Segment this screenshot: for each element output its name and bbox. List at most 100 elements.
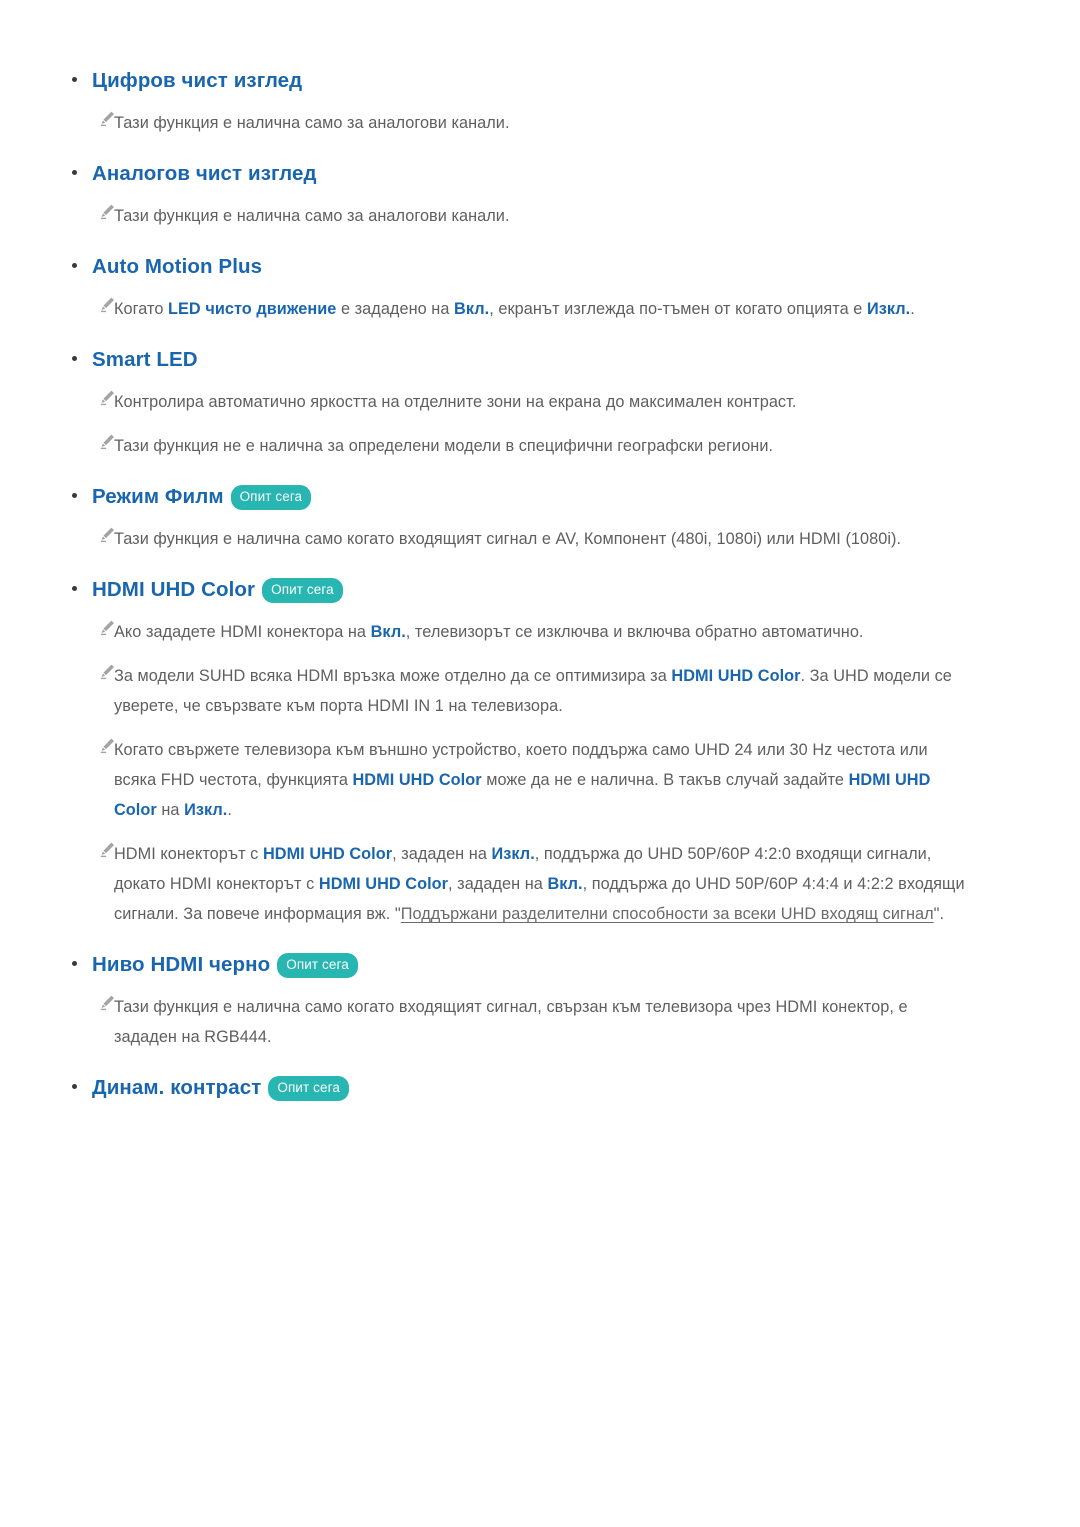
pencil-note-icon [72, 201, 114, 220]
pencil-note-icon [72, 661, 114, 680]
note-auto-motion-plus-1: Когато LED чисто движение е зададено на … [114, 294, 966, 324]
try-now-badge[interactable]: Опит сега [268, 1076, 349, 1101]
section-film-mode: Режим Филм Опит сега Тази функция е наличн… [72, 472, 1008, 561]
note-text-run: Тази функция е налична само за аналогови… [114, 207, 510, 225]
inline-setting-term[interactable]: HDMI UHD Color [353, 771, 482, 789]
note-text-run: , екранът изглежда по-тъмен от когато оп… [489, 300, 867, 318]
note-text-run: . [227, 801, 232, 819]
inline-setting-term[interactable]: Вкл. [454, 300, 489, 318]
manual-page: Цифров чист изглед Тази функция е налична… [0, 0, 1080, 1527]
bullet-dot-icon [72, 253, 92, 268]
note-row: Тази функция не е налична за определени … [72, 424, 1008, 468]
note-row: Когато свържете телевизора към външно ус… [72, 728, 1008, 832]
note-smart-led-2: Тази функция не е налична за определени … [114, 431, 966, 461]
note-row: HDMI конекторът с HDMI UHD Color, зададе… [72, 832, 1008, 936]
inline-setting-term[interactable]: Вкл. [371, 623, 406, 641]
pencil-note-icon [72, 735, 114, 754]
inline-setting-term[interactable]: HDMI UHD Color [263, 845, 392, 863]
note-hdmi-black-level-1: Тази функция е налична само когато входя… [114, 992, 966, 1052]
pencil-note-icon [72, 992, 114, 1011]
section-smart-led: Smart LED Контролира автоматично яркостта… [72, 335, 1008, 468]
pencil-note-icon [72, 108, 114, 127]
bullet-dot-icon [72, 160, 92, 175]
note-row: Тази функция е налична само когато входя… [72, 517, 1008, 561]
pencil-note-icon [72, 524, 114, 543]
heading-row-analog-clean-view: Аналогов чист изглед [72, 149, 1008, 194]
note-text-run: е зададено на [336, 300, 455, 318]
inline-setting-term[interactable]: HDMI UHD Color [319, 875, 448, 893]
try-now-badge[interactable]: Опит сега [277, 953, 358, 978]
inline-setting-term[interactable]: Изкл. [867, 300, 910, 318]
section-dynamic-contrast: Динам. контраст Опит сега [72, 1063, 1008, 1108]
inline-setting-term[interactable]: Вкл. [547, 875, 582, 893]
setting-title-film-mode[interactable]: Режим Филм Опит сега [92, 483, 1008, 511]
content-root: Цифров чист изглед Тази функция е налична… [72, 56, 1008, 1108]
setting-title-digital-clean-view[interactable]: Цифров чист изглед [92, 67, 1008, 95]
inline-setting-term[interactable]: Изкл. [184, 801, 227, 819]
setting-title-label: Динам. контраст [92, 1076, 262, 1099]
note-row: Ако зададете HDMI конектора на Вкл., тел… [72, 610, 1008, 654]
inline-setting-term[interactable]: LED чисто движение [168, 300, 336, 318]
section-analog-clean-view: Аналогов чист изглед Тази функция е налич… [72, 149, 1008, 238]
bullet-dot-icon [72, 1074, 92, 1089]
note-text-run: . [910, 300, 915, 318]
setting-title-label: Smart LED [92, 348, 198, 371]
heading-row-film-mode: Режим Филм Опит сега [72, 472, 1008, 517]
note-analog-clean-view-1: Тази функция е налична само за аналогови… [114, 201, 966, 231]
section-digital-clean-view: Цифров чист изглед Тази функция е налична… [72, 56, 1008, 145]
note-text-run: За модели SUHD всяка HDMI връзка може от… [114, 667, 672, 685]
note-text-run: Тази функция не е налична за определени … [114, 437, 774, 455]
heading-row-dynamic-contrast: Динам. контраст Опит сега [72, 1063, 1008, 1108]
note-row: Когато LED чисто движение е зададено на … [72, 287, 1008, 331]
note-row: Контролира автоматично яркостта на отдел… [72, 380, 1008, 424]
heading-row-hdmi-uhd-color: HDMI UHD Color Опит сега [72, 565, 1008, 610]
pencil-note-icon [72, 617, 114, 636]
bullet-dot-icon [72, 951, 92, 966]
note-text-run: Тази функция е налична само за аналогови… [114, 114, 510, 132]
bullet-dot-icon [72, 576, 92, 591]
heading-row-digital-clean-view: Цифров чист изглед [72, 56, 1008, 101]
setting-title-smart-led[interactable]: Smart LED [92, 346, 1008, 374]
note-row: Тази функция е налична само за аналогови… [72, 194, 1008, 238]
pencil-note-icon [72, 387, 114, 406]
inline-setting-term[interactable]: HDMI UHD Color [671, 667, 800, 685]
try-now-badge[interactable]: Опит сега [230, 485, 312, 510]
note-row: Тази функция е налична само когато входя… [72, 985, 1008, 1059]
cross-reference-link[interactable]: Поддържани разделителни способности за в… [401, 905, 934, 923]
note-text-run: , телевизорът се изключва и включва обра… [405, 623, 864, 641]
try-now-badge[interactable]: Опит сега [262, 578, 343, 603]
bullet-dot-icon [72, 346, 92, 361]
setting-title-label: HDMI UHD Color [92, 578, 256, 601]
setting-title-hdmi-uhd-color[interactable]: HDMI UHD Color Опит сега [92, 576, 1008, 604]
note-hdmi-uhd-color-2: За модели SUHD всяка HDMI връзка може от… [114, 661, 966, 721]
pencil-note-icon [72, 839, 114, 858]
bullet-dot-icon [72, 483, 92, 498]
setting-title-analog-clean-view[interactable]: Аналогов чист изглед [92, 160, 1008, 188]
setting-title-hdmi-black-level[interactable]: Ниво HDMI черно Опит сега [92, 951, 1008, 979]
inline-setting-term[interactable]: Изкл. [492, 845, 535, 863]
note-hdmi-uhd-color-4: HDMI конекторът с HDMI UHD Color, зададе… [114, 839, 966, 929]
setting-title-label: Цифров чист изглед [92, 69, 303, 92]
note-text-run: , зададен на [392, 845, 492, 863]
note-hdmi-uhd-color-3: Когато свържете телевизора към външно ус… [114, 735, 966, 825]
pencil-note-icon [72, 294, 114, 313]
note-text-run: Тази функция е налична само когато входя… [114, 998, 908, 1046]
note-text-run: Тази функция е налична само когато входя… [114, 530, 902, 548]
setting-title-label: Режим Филм [92, 485, 224, 508]
setting-title-auto-motion-plus[interactable]: Auto Motion Plus [92, 253, 1008, 281]
setting-title-dynamic-contrast[interactable]: Динам. контраст Опит сега [92, 1074, 1008, 1102]
note-text-run: Контролира автоматично яркостта на отдел… [114, 393, 797, 411]
pencil-note-icon [72, 431, 114, 450]
section-hdmi-uhd-color: HDMI UHD Color Опит сега Ако зададете HDMI… [72, 565, 1008, 936]
note-text-run: HDMI конекторът с [114, 845, 263, 863]
note-text-run: ". [933, 905, 945, 923]
note-row: За модели SUHD всяка HDMI връзка може от… [72, 654, 1008, 728]
note-text-run: на [156, 801, 185, 819]
section-auto-motion-plus: Auto Motion Plus Когато LED чисто движени… [72, 242, 1008, 331]
setting-title-label: Ниво HDMI черно [92, 953, 271, 976]
note-hdmi-uhd-color-1: Ако зададете HDMI конектора на Вкл., тел… [114, 617, 966, 647]
setting-title-label: Auto Motion Plus [92, 255, 263, 278]
note-digital-clean-view-1: Тази функция е налична само за аналогови… [114, 108, 966, 138]
note-text-run: Когато [114, 300, 169, 318]
note-text-run: , зададен на [448, 875, 548, 893]
